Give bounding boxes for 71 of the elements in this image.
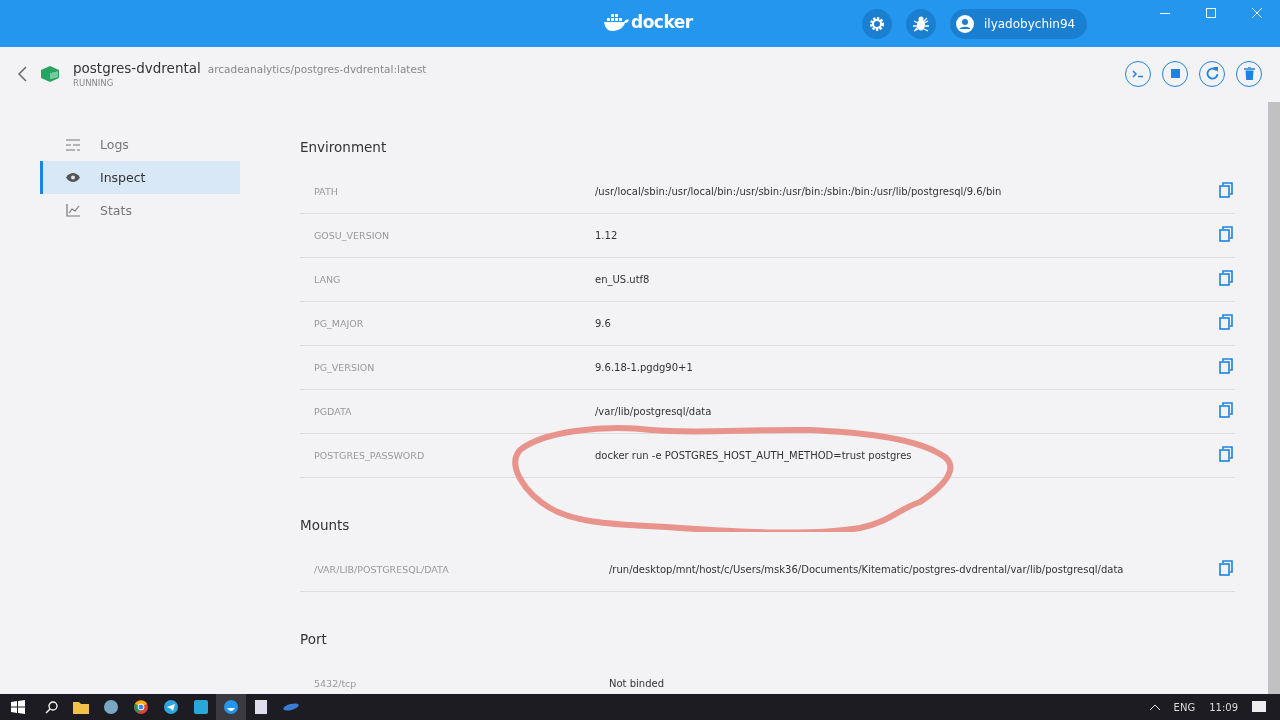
scrollbar[interactable]	[1268, 102, 1280, 694]
close-icon	[1252, 8, 1262, 18]
sidebar-tab[interactable]: Logs	[40, 128, 240, 161]
copy-icon[interactable]	[1219, 357, 1233, 374]
settings-button[interactable]	[862, 9, 892, 39]
sidebar-tab[interactable]: Stats	[40, 194, 240, 227]
section-title: Port	[300, 630, 328, 649]
section-title: Environment	[300, 138, 388, 157]
bug-report-button[interactable]	[906, 9, 936, 39]
list-lines-icon	[66, 138, 80, 151]
round-app-icon	[104, 700, 118, 714]
line-chart-icon	[66, 204, 80, 217]
sidebar-tab[interactable]: Inspect	[40, 161, 240, 194]
folder-icon	[73, 700, 89, 714]
search-icon	[44, 700, 58, 714]
key-label: LANG	[314, 274, 342, 285]
clock[interactable]: 11:09	[1209, 701, 1238, 713]
value-text: 1.12	[595, 230, 619, 241]
copy-icon[interactable]	[1219, 225, 1233, 242]
browser-icon	[134, 700, 148, 714]
key-label: PG_VERSION	[314, 362, 376, 373]
eye-icon	[66, 173, 80, 182]
copy-icon[interactable]	[1219, 559, 1233, 576]
value-text: Not binded	[609, 678, 665, 689]
value-text: en_US.utf8	[595, 274, 651, 285]
copy-icon[interactable]	[1219, 181, 1233, 198]
stop-icon	[1170, 69, 1180, 78]
swoosh-icon	[283, 702, 299, 712]
chevron-up-icon[interactable]	[1149, 704, 1160, 710]
key-label: PGDATA	[314, 406, 353, 417]
copy-icon[interactable]	[1219, 401, 1233, 418]
restart-icon	[1205, 67, 1219, 80]
value-text: 9.6	[595, 318, 612, 329]
document-icon	[255, 700, 267, 714]
windows-icon	[11, 700, 25, 714]
value-text: /run/desktop/mnt/host/c/Users/msk36/Documents/Kitematic/postgres-dvdrental/var/lib/postgresql/data	[609, 564, 1125, 575]
square-app-icon	[194, 700, 208, 714]
value-text: /usr/local/sbin:/usr/local/bin:/usr/sbin:/usr/bin:/sbin:/bin:/usr/lib/postgresql/9.6/bin	[595, 186, 1003, 197]
settings-icon	[869, 16, 885, 32]
container-status: RUNNING	[73, 77, 115, 88]
copy-icon[interactable]	[1219, 445, 1233, 462]
container-name: postgres-dvdrental	[73, 59, 201, 76]
whale-icon	[224, 700, 238, 714]
copy-icon[interactable]	[1219, 313, 1233, 330]
notification-icon[interactable]	[1252, 700, 1266, 714]
trash-icon	[1243, 67, 1255, 80]
user-avatar-icon	[956, 15, 974, 33]
user-account-button[interactable]: ilyadobychin94	[950, 9, 1088, 39]
value-text: 9.6.18-1.pgdg90+1	[595, 362, 694, 373]
maximize-icon	[1206, 8, 1216, 18]
key-label: GOSU_VERSION	[314, 230, 391, 241]
copy-icon[interactable]	[1219, 269, 1233, 286]
taskbar-app[interactable]	[216, 694, 246, 720]
key-label: 5432/tcp	[314, 678, 358, 689]
language-indicator[interactable]: ENG	[1173, 701, 1196, 713]
image-name: arcadeanalytics/postgres-dvdrental:latest	[207, 62, 427, 75]
whale-icon	[603, 13, 629, 31]
value-text: docker run -e POSTGRES_HOST_AUTH_METHOD=trust postgres	[595, 450, 913, 461]
key-label: /VAR/LIB/POSTGRESQL/DATA	[314, 564, 450, 575]
key-label: PATH	[314, 186, 339, 197]
back-icon[interactable]	[18, 65, 27, 82]
section-title: Mounts	[300, 516, 351, 535]
brand-name: docker	[631, 12, 693, 32]
container-icon	[41, 65, 59, 82]
paper-plane-icon	[164, 700, 178, 714]
key-label: PG_MAJOR	[314, 318, 365, 329]
value-text: /var/lib/postgresql/data	[595, 406, 713, 417]
key-label: POSTGRES_PASSWORD	[314, 450, 426, 461]
minimize-icon	[1160, 12, 1170, 14]
bug-icon	[912, 15, 930, 33]
terminal-icon	[1132, 69, 1144, 78]
